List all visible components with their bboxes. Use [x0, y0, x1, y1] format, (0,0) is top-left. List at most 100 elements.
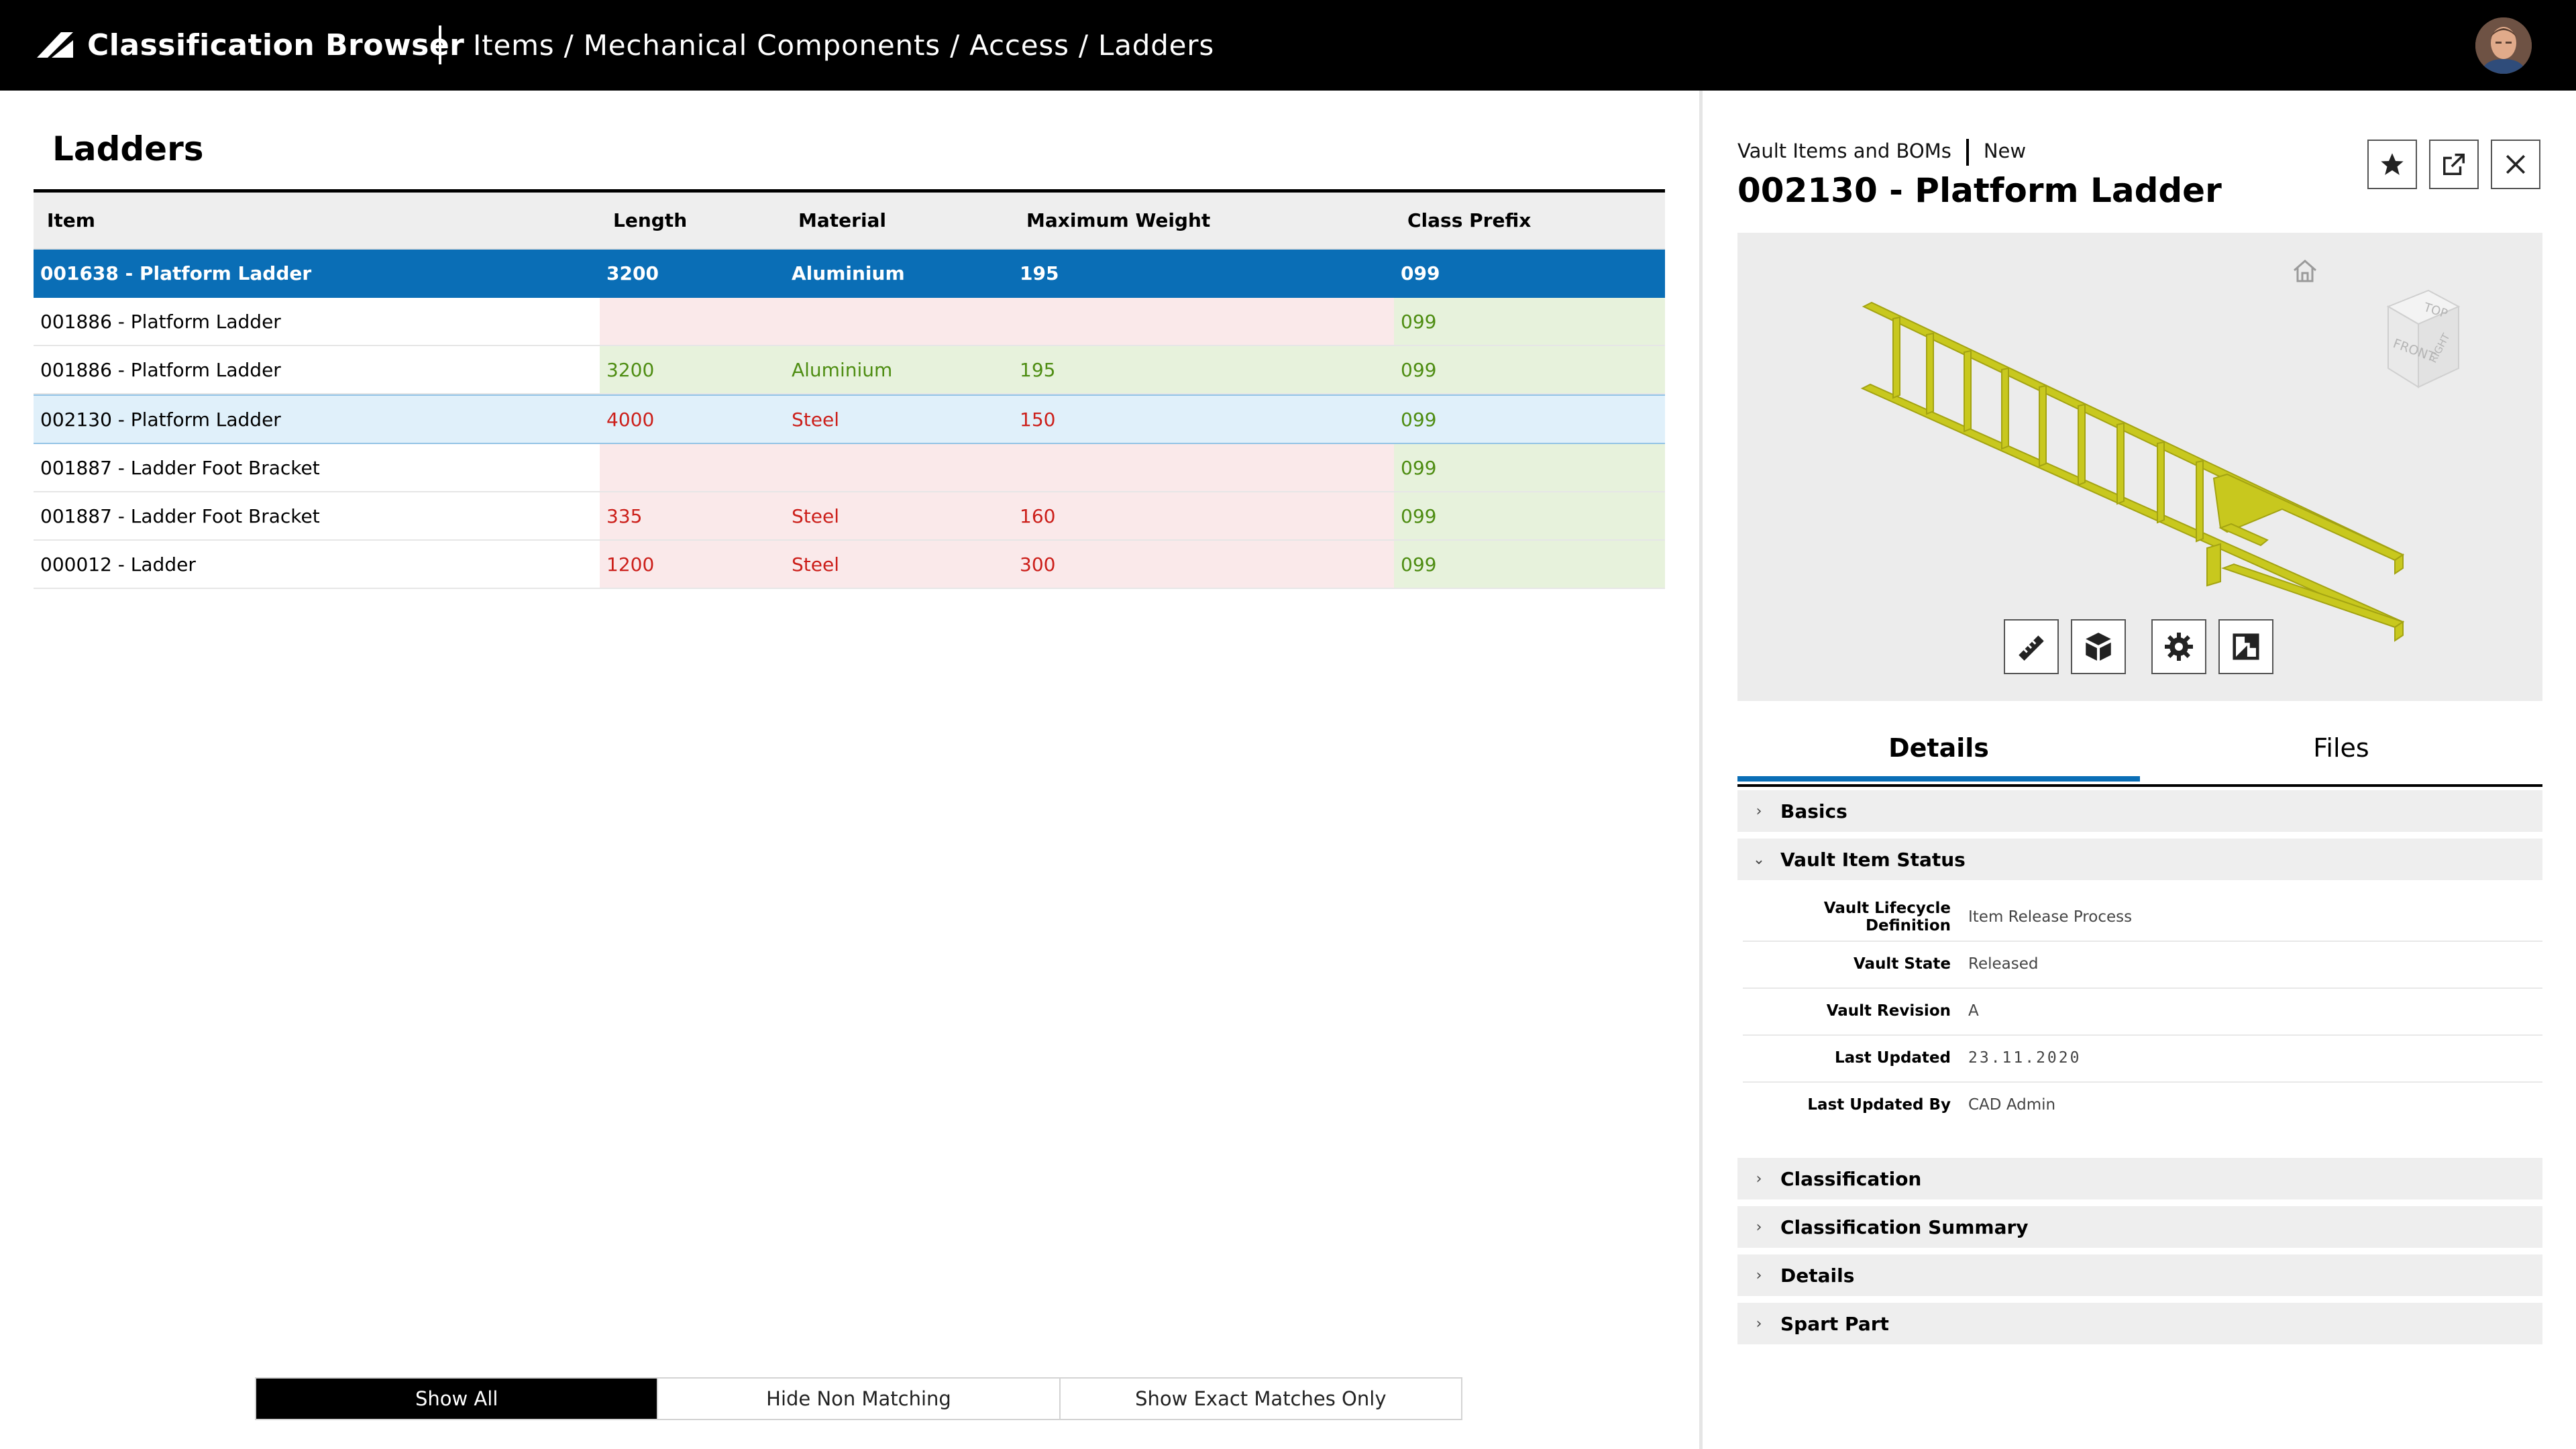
cell-maximum-weight [1013, 444, 1394, 491]
section-classification-summary[interactable]: › Classification Summary [1737, 1206, 2542, 1248]
top-bar: Classification Browser Items / Mechanica… [0, 0, 2576, 91]
section-vault-item-status[interactable]: ⌄ Vault Item Status [1737, 839, 2542, 880]
star-icon [2381, 153, 2404, 175]
explode-model-button[interactable] [2071, 619, 2126, 674]
table-header: Item Length Material Maximum Weight Clas… [34, 193, 1665, 250]
property-value: 23.11.2020 [1968, 1049, 2082, 1067]
open-external-button[interactable] [2429, 140, 2479, 189]
match-filter-toggle: Show All Hide Non Matching Show Exact Ma… [255, 1377, 1462, 1420]
cell-class-prefix: 099 [1394, 346, 1665, 393]
cell-class-prefix: 099 [1394, 298, 1665, 345]
fit-view-button[interactable] [2218, 619, 2273, 674]
workspace-label: Vault Items and BOMs [1737, 140, 1951, 162]
cell-length [600, 298, 785, 345]
section-label: Classification [1780, 1167, 1922, 1190]
cell-class-prefix: 099 [1394, 492, 1665, 539]
cell-item: 002130 - Platform Ladder [40, 408, 281, 431]
table-row[interactable]: 000012 - Ladder 1200 Steel 300 099 [34, 541, 1665, 589]
cell-length [600, 444, 785, 491]
cell-material: Steel [792, 408, 839, 431]
cell-length: 1200 [600, 541, 785, 588]
item-context: Vault Items and BOMs New [1737, 137, 2026, 166]
chevron-right-icon: › [1756, 802, 1762, 820]
context-divider [1966, 139, 1969, 166]
cell-class-prefix: 099 [1401, 408, 1437, 431]
cell-material [785, 298, 1013, 345]
section-label: Details [1780, 1264, 1855, 1287]
property-key: Last Updated By [1807, 1096, 1951, 1114]
autodesk-logo-icon [37, 32, 73, 58]
property-row: Last Updated By CAD Admin [1743, 1081, 2542, 1128]
section-details[interactable]: › Details [1737, 1254, 2542, 1296]
property-row: Last Updated 23.11.2020 [1743, 1034, 2542, 1083]
cell-item: 000012 - Ladder [40, 553, 196, 576]
3d-viewer[interactable]: TOP FRONT RIGHT [1737, 233, 2542, 701]
column-header-item[interactable]: Item [34, 193, 600, 248]
show-exact-matches-button[interactable]: Show Exact Matches Only [1060, 1379, 1461, 1419]
cell-maximum-weight: 150 [1020, 408, 1056, 431]
column-header-class-prefix[interactable]: Class Prefix [1394, 193, 1665, 248]
property-key: Vault State [1854, 955, 1951, 973]
item-status: New [1983, 140, 2027, 162]
show-all-button[interactable]: Show All [256, 1379, 659, 1419]
detail-tabs: Details Files [1737, 714, 2542, 787]
property-key: Last Updated [1834, 1049, 1951, 1067]
property-row: Vault Revision A [1743, 987, 2542, 1036]
close-button[interactable] [2491, 140, 2540, 189]
tab-details[interactable]: Details [1737, 714, 2140, 782]
home-icon[interactable] [2294, 260, 2316, 282]
close-icon [2506, 154, 2526, 174]
section-label: Spart Part [1780, 1312, 1889, 1335]
table-row[interactable]: 001887 - Ladder Foot Bracket 099 [34, 444, 1665, 492]
column-header-length[interactable]: Length [600, 193, 785, 248]
section-classification[interactable]: › Classification [1737, 1158, 2542, 1199]
cell-material: Steel [785, 541, 1013, 588]
property-value: CAD Admin [1968, 1096, 2056, 1114]
cell-material: Steel [785, 492, 1013, 539]
cell-item: 001887 - Ladder Foot Bracket [40, 504, 320, 527]
cell-length: 4000 [606, 408, 655, 431]
cell-material [785, 444, 1013, 491]
app-title: Classification Browser [87, 28, 465, 62]
hide-non-matching-button[interactable]: Hide Non Matching [658, 1379, 1061, 1419]
panel-divider[interactable] [1699, 91, 1703, 1449]
section-label: Vault Item Status [1780, 848, 1966, 871]
detail-title: 002130 - Platform Ladder [1737, 171, 2222, 210]
column-header-material[interactable]: Material [785, 193, 1013, 248]
measure-icon [2019, 635, 2044, 661]
section-basics[interactable]: › Basics [1737, 790, 2542, 832]
column-header-maximum-weight[interactable]: Maximum Weight [1013, 193, 1394, 248]
cell-class-prefix: 099 [1394, 444, 1665, 491]
breadcrumb[interactable]: Items / Mechanical Components / Access /… [473, 25, 1214, 66]
explode-icon [2086, 633, 2111, 661]
cell-item: 001887 - Ladder Foot Bracket [40, 456, 320, 479]
header-divider [439, 25, 441, 64]
cell-item: 001638 - Platform Ladder [40, 262, 312, 284]
view-cube-icon[interactable]: TOP FRONT RIGHT [2386, 289, 2461, 388]
chevron-down-icon: ⌄ [1752, 851, 1766, 868]
table-row[interactable]: 001886 - Platform Ladder 3200 Aluminium … [34, 346, 1665, 394]
items-table: Item Length Material Maximum Weight Clas… [34, 189, 1665, 589]
user-avatar[interactable] [2475, 17, 2532, 74]
active-tab-indicator [1737, 776, 2140, 782]
cell-maximum-weight: 195 [1013, 346, 1394, 393]
chevron-right-icon: › [1756, 1218, 1762, 1236]
property-value: Item Release Process [1968, 908, 2133, 926]
settings-icon [2165, 633, 2193, 661]
fit-view-icon [2233, 633, 2259, 660]
table-row[interactable]: 001886 - Platform Ladder 099 [34, 298, 1665, 346]
table-row[interactable]: 001638 - Platform Ladder 3200 Aluminium … [34, 250, 1665, 298]
table-row[interactable]: 002130 - Platform Ladder 4000 Steel 150 … [34, 394, 1665, 444]
section-spart-part[interactable]: › Spart Part [1737, 1303, 2542, 1344]
ladder-model[interactable]: TOP FRONT RIGHT [1737, 233, 2542, 701]
measure-button[interactable] [2004, 619, 2059, 674]
cell-length: 335 [600, 492, 785, 539]
tab-files[interactable]: Files [2140, 714, 2542, 782]
cell-material: Aluminium [792, 262, 905, 284]
cell-item: 001886 - Platform Ladder [40, 358, 281, 381]
viewer-settings-button[interactable] [2151, 619, 2206, 674]
bookmark-button[interactable] [2367, 140, 2417, 189]
chevron-right-icon: › [1756, 1170, 1762, 1187]
chevron-right-icon: › [1756, 1315, 1762, 1332]
table-row[interactable]: 001887 - Ladder Foot Bracket 335 Steel 1… [34, 492, 1665, 541]
